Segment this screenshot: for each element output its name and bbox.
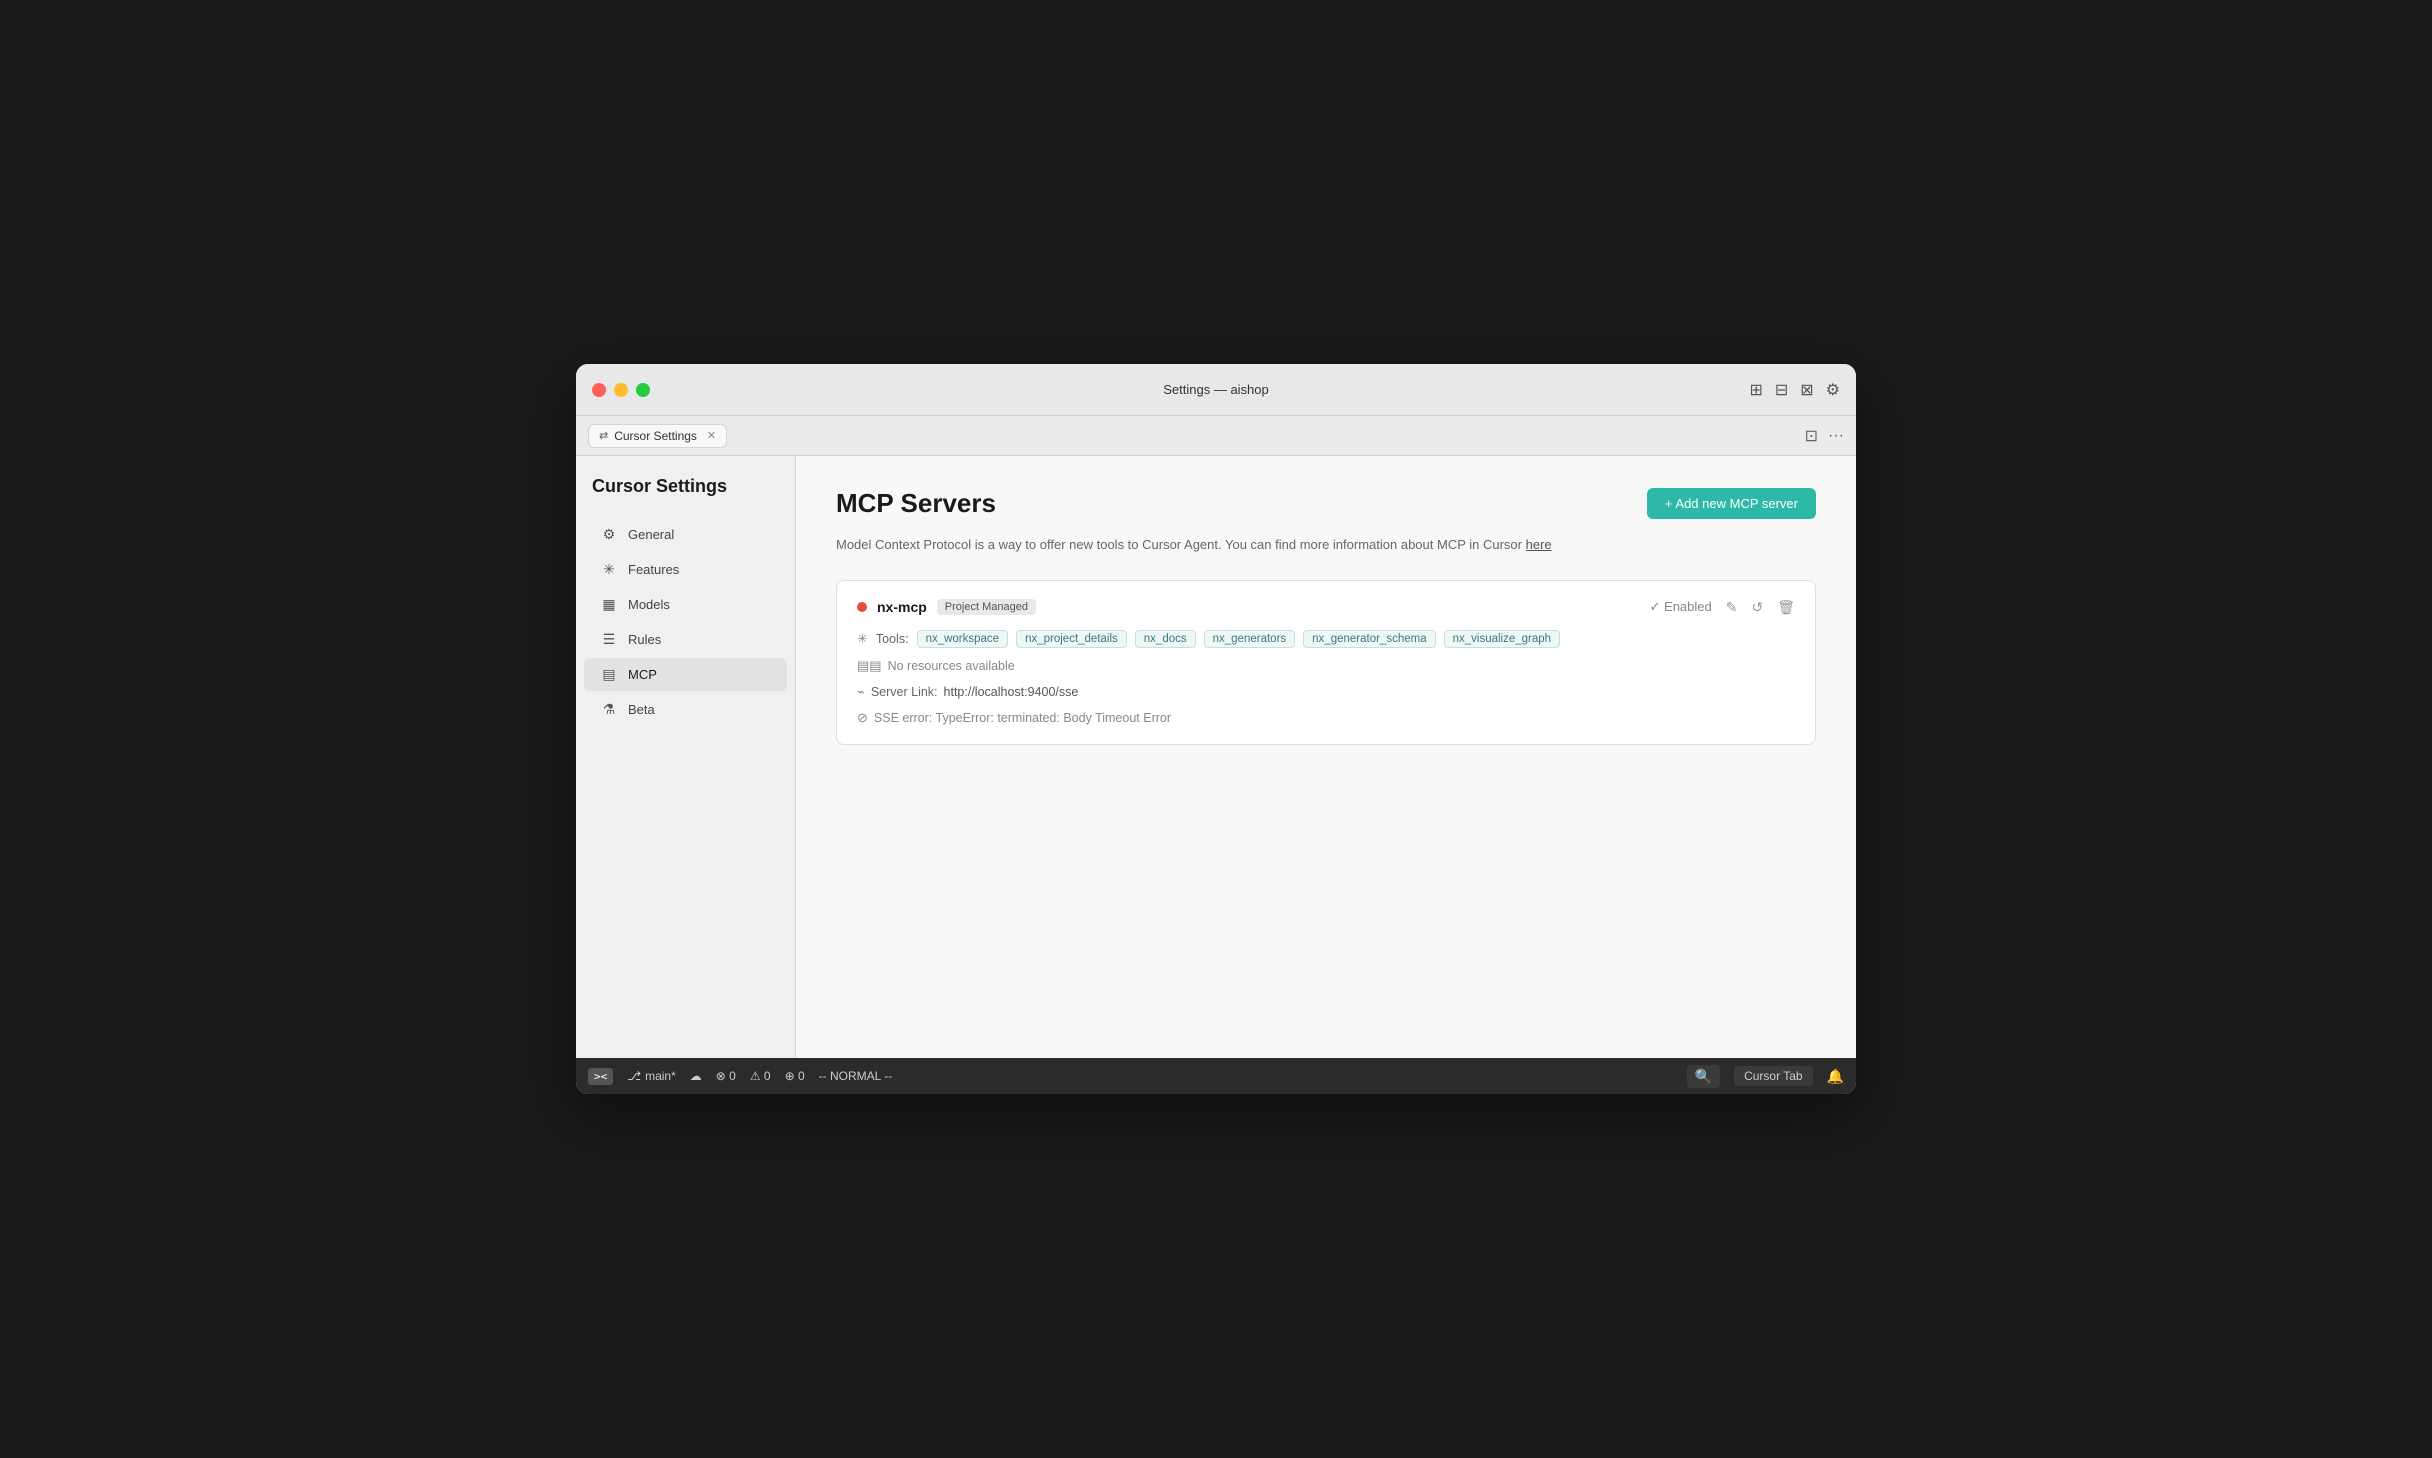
tabbar: ⇄ Cursor Settings ✕ ⊡ ··· — [576, 416, 1856, 456]
refresh-icon[interactable]: ↺ — [1751, 599, 1763, 616]
status-broadcast: ⊕ 0 — [785, 1069, 805, 1083]
layout1-icon[interactable]: ⊞ — [1749, 380, 1762, 400]
mcp-icon: ▤ — [600, 666, 618, 683]
resources-row: ▤▤ No resources available — [857, 658, 1795, 674]
app-window: Settings — aishop ⊞ ⊟ ⊠ ⚙ ⇄ Cursor Setti… — [576, 364, 1856, 1094]
sidebar-item-general-label: General — [628, 527, 674, 542]
enabled-label: ✓ Enabled — [1650, 599, 1712, 615]
settings-icon[interactable]: ⚙ — [1826, 380, 1840, 400]
split-editor-icon[interactable]: ⊡ — [1805, 426, 1818, 446]
branch-name: main* — [645, 1069, 676, 1083]
window-title: Settings — aishop — [1163, 382, 1269, 397]
tool-tag-nx-generators: nx_generators — [1204, 630, 1296, 648]
resources-icon: ▤▤ — [857, 658, 882, 674]
branch-icon: ⎇ — [627, 1069, 641, 1083]
mcp-card-left: nx-mcp Project Managed — [857, 599, 1036, 615]
sidebar-item-features[interactable]: ✳ Features — [584, 553, 787, 586]
sidebar-title: Cursor Settings — [576, 476, 795, 517]
delete-icon[interactable]: 🗑 — [1777, 599, 1795, 616]
more-actions-icon[interactable]: ··· — [1828, 427, 1844, 445]
no-resources-text: No resources available — [888, 659, 1015, 673]
traffic-lights — [592, 383, 650, 397]
mcp-server-card: nx-mcp Project Managed ✓ Enabled ✎ ↺ 🗑 ✳… — [836, 580, 1816, 745]
edit-icon[interactable]: ✎ — [1726, 599, 1738, 616]
tab-label: Cursor Settings — [614, 429, 697, 443]
tab-close-icon[interactable]: ✕ — [707, 429, 716, 442]
tool-tag-nx-workspace: nx_workspace — [917, 630, 1009, 648]
sidebar-item-features-label: Features — [628, 562, 679, 577]
mcp-card-header: nx-mcp Project Managed ✓ Enabled ✎ ↺ 🗑 — [857, 599, 1795, 616]
tools-icon: ✳ — [857, 631, 868, 647]
tool-tag-nx-project-details: nx_project_details — [1016, 630, 1127, 648]
project-managed-badge: Project Managed — [937, 599, 1036, 615]
sse-error-text: SSE error: TypeError: terminated: Body T… — [874, 711, 1171, 725]
server-link-row: ⌁ Server Link: http://localhost:9400/sse — [857, 684, 1795, 700]
cloud-icon: ☁ — [690, 1069, 702, 1083]
tools-label: Tools: — [876, 632, 909, 646]
features-icon: ✳ — [600, 561, 618, 578]
server-link-url: http://localhost:9400/sse — [944, 685, 1079, 699]
link-icon: ⌁ — [857, 684, 865, 700]
status-branch: ⎇ main* — [627, 1069, 676, 1083]
titlebar: Settings — aishop ⊞ ⊟ ⊠ ⚙ — [576, 364, 1856, 416]
main-layout: Cursor Settings ⚙ General ✳ Features ▦ M… — [576, 456, 1856, 1058]
cursor-tab-button[interactable]: Cursor Tab — [1734, 1066, 1812, 1086]
content-area: MCP Servers + Add new MCP server Model C… — [796, 456, 1856, 1058]
status-cloud-icon: ☁ — [690, 1069, 702, 1083]
status-mode: -- NORMAL -- — [819, 1069, 893, 1083]
general-icon: ⚙ — [600, 526, 618, 543]
sidebar: Cursor Settings ⚙ General ✳ Features ▦ M… — [576, 456, 796, 1058]
beta-icon: ⚗ — [600, 701, 618, 718]
tool-tag-nx-visualize-graph: nx_visualize_graph — [1444, 630, 1560, 648]
sidebar-item-rules[interactable]: ☰ Rules — [584, 623, 787, 656]
sidebar-item-mcp-label: MCP — [628, 667, 657, 682]
tab-icon: ⇄ — [599, 429, 608, 442]
description-link[interactable]: here — [1526, 537, 1552, 552]
status-warnings: ⚠ 0 — [750, 1069, 771, 1083]
mcp-card-right: ✓ Enabled ✎ ↺ 🗑 — [1650, 599, 1795, 616]
content-description: Model Context Protocol is a way to offer… — [836, 535, 1816, 556]
error-icon: ⊘ — [857, 710, 868, 726]
layout3-icon[interactable]: ⊠ — [1800, 380, 1813, 400]
tool-tag-nx-generator-schema: nx_generator_schema — [1303, 630, 1435, 648]
layout2-icon[interactable]: ⊟ — [1775, 380, 1788, 400]
page-title: MCP Servers — [836, 488, 996, 519]
server-link-label: Server Link: — [871, 685, 938, 699]
tool-tag-nx-docs: nx_docs — [1135, 630, 1196, 648]
statusbar-right: 🔍 Cursor Tab 🔔 — [1687, 1065, 1844, 1088]
sidebar-item-models-label: Models — [628, 597, 670, 612]
sidebar-item-beta[interactable]: ⚗ Beta — [584, 693, 787, 726]
titlebar-actions: ⊞ ⊟ ⊠ ⚙ — [1749, 380, 1840, 400]
close-button[interactable] — [592, 383, 606, 397]
add-mcp-server-button[interactable]: + Add new MCP server — [1647, 488, 1816, 519]
tools-row: ✳ Tools: nx_workspace nx_project_details… — [857, 630, 1795, 648]
sidebar-item-general[interactable]: ⚙ General — [584, 518, 787, 551]
sse-error-row: ⊘ SSE error: TypeError: terminated: Body… — [857, 710, 1795, 726]
models-icon: ▦ — [600, 596, 618, 613]
statusbar-left: >< ⎇ main* ☁ ⊗ 0 ⚠ 0 ⊕ 0 -- NORMAL -- — [588, 1068, 892, 1085]
notification-bell-icon[interactable]: 🔔 — [1827, 1068, 1844, 1085]
terminal-icon[interactable]: >< — [588, 1068, 613, 1085]
description-text: Model Context Protocol is a way to offer… — [836, 537, 1522, 552]
content-header: MCP Servers + Add new MCP server — [836, 488, 1816, 519]
maximize-button[interactable] — [636, 383, 650, 397]
sidebar-item-beta-label: Beta — [628, 702, 655, 717]
sidebar-item-mcp[interactable]: ▤ MCP — [584, 658, 787, 691]
statusbar: >< ⎇ main* ☁ ⊗ 0 ⚠ 0 ⊕ 0 -- NORMAL -- 🔍 … — [576, 1058, 1856, 1094]
status-dot — [857, 602, 867, 612]
sidebar-item-models[interactable]: ▦ Models — [584, 588, 787, 621]
tabbar-right: ⊡ ··· — [1805, 426, 1844, 446]
sidebar-item-rules-label: Rules — [628, 632, 661, 647]
mcp-server-name: nx-mcp — [877, 599, 927, 615]
minimize-button[interactable] — [614, 383, 628, 397]
rules-icon: ☰ — [600, 631, 618, 648]
cursor-settings-tab[interactable]: ⇄ Cursor Settings ✕ — [588, 424, 727, 448]
search-button[interactable]: 🔍 — [1687, 1065, 1720, 1088]
status-errors: ⊗ 0 — [716, 1069, 736, 1083]
